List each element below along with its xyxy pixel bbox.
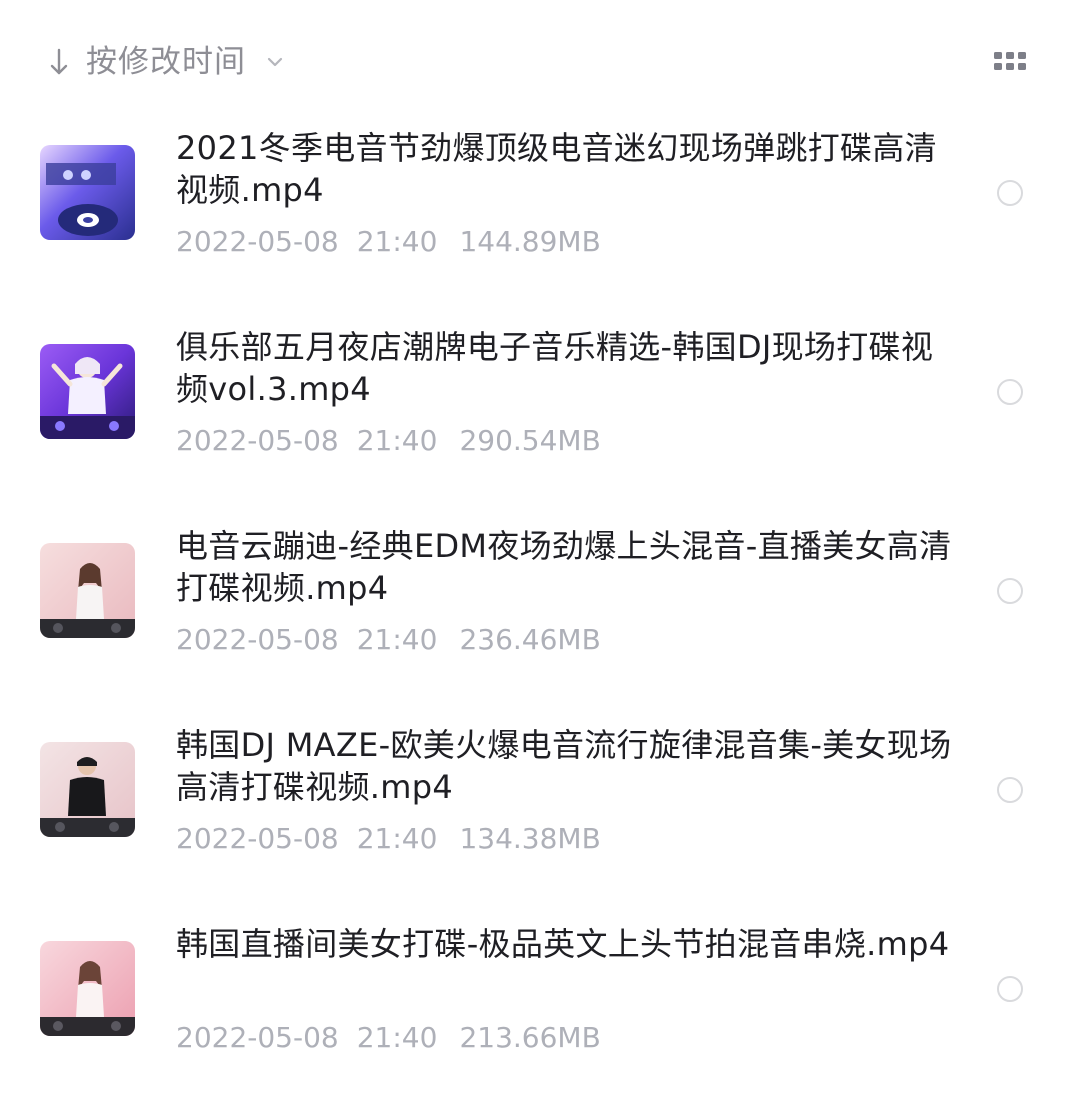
- file-time: 21:40: [356, 822, 438, 855]
- sort-label: 按修改时间: [86, 44, 246, 80]
- female-dj-pink-thumbnail: [40, 543, 135, 638]
- file-name: 电音云蹦迪-经典EDM夜场劲爆上头混音-直播美女高清打碟视频.mp4: [176, 527, 952, 607]
- select-radio[interactable]: [997, 180, 1023, 206]
- file-size: 290.54MB: [459, 424, 601, 457]
- file-item[interactable]: 俱乐部五月夜店潮牌电子音乐精选-韩国DJ现场打碟视频vol.3.mp4 2022…: [0, 299, 1080, 498]
- file-meta: 2022-05-08 21:40 236.46MB: [176, 621, 601, 659]
- file-name: 俱乐部五月夜店潮牌电子音乐精选-韩国DJ现场打碟视频vol.3.mp4: [176, 328, 934, 408]
- select-radio[interactable]: [997, 976, 1023, 1002]
- file-date: 2022-05-08: [176, 225, 339, 258]
- file-meta: 2022-05-08 21:40 290.54MB: [176, 422, 601, 460]
- file-name: 韩国直播间美女打碟-极品英文上头节拍混音串烧.mp4: [176, 925, 950, 963]
- sort-selector[interactable]: 按修改时间: [48, 38, 284, 86]
- female-dj-livestream-thumbnail: [40, 941, 135, 1036]
- select-radio[interactable]: [997, 578, 1023, 604]
- chevron-down-icon: [267, 57, 283, 67]
- file-meta: 2022-05-08 21:40 144.89MB: [176, 223, 601, 261]
- file-time: 21:40: [356, 623, 438, 656]
- club-dj-performer-thumbnail: [40, 344, 135, 439]
- select-radio[interactable]: [997, 379, 1023, 405]
- file-date: 2022-05-08: [176, 822, 339, 855]
- grid-view-toggle[interactable]: [990, 48, 1030, 76]
- file-item[interactable]: 电音云蹦迪-经典EDM夜场劲爆上头混音-直播美女高清打碟视频.mp4 2022-…: [0, 498, 1080, 697]
- file-item[interactable]: 韩国DJ MAZE-欧美火爆电音流行旋律混音集-美女现场高清打碟视频.mp4 2…: [0, 697, 1080, 896]
- file-size: 134.38MB: [459, 822, 601, 855]
- file-time: 21:40: [356, 225, 438, 258]
- file-date: 2022-05-08: [176, 424, 339, 457]
- file-size: 144.89MB: [459, 225, 601, 258]
- file-time: 21:40: [356, 1021, 438, 1054]
- dj-turntable-thumbnail: [40, 145, 135, 240]
- file-date: 2022-05-08: [176, 1021, 339, 1054]
- file-size: 236.46MB: [459, 623, 601, 656]
- file-name: 2021冬季电音节劲爆顶级电音迷幻现场弹跳打碟高清视频.mp4: [176, 129, 937, 209]
- file-meta: 2022-05-08 21:40 213.66MB: [176, 1019, 601, 1057]
- file-size: 213.66MB: [459, 1021, 601, 1054]
- file-meta: 2022-05-08 21:40 134.38MB: [176, 820, 601, 858]
- file-item[interactable]: 2021冬季电音节劲爆顶级电音迷幻现场弹跳打碟高清视频.mp4 2022-05-…: [0, 100, 1080, 299]
- dj-maze-thumbnail: [40, 742, 135, 837]
- select-radio[interactable]: [997, 777, 1023, 803]
- grid-view-icon: [994, 52, 1026, 70]
- file-name: 韩国DJ MAZE-欧美火爆电音流行旋律混音集-美女现场高清打碟视频.mp4: [176, 726, 952, 806]
- file-date: 2022-05-08: [176, 623, 339, 656]
- arrow-down-icon: [50, 48, 68, 75]
- file-time: 21:40: [356, 424, 438, 457]
- file-item[interactable]: 韩国直播间美女打碟-极品英文上头节拍混音串烧.mp4 2022-05-08 21…: [0, 896, 1080, 1095]
